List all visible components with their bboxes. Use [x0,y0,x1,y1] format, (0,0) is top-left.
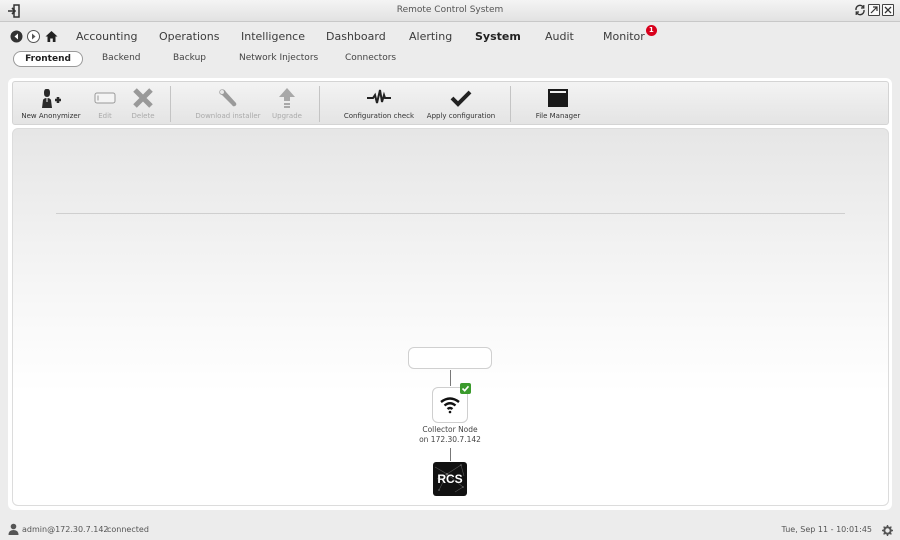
gear-icon[interactable] [882,525,893,536]
checkmark-icon [450,90,472,107]
menu-accounting[interactable]: Accounting [76,30,137,43]
edit-button[interactable]: Edit [93,86,117,122]
wrench-icon [219,89,237,107]
apply-configuration-label: Apply configuration [426,112,496,120]
toolbar-divider [510,86,511,122]
menu-audit[interactable]: Audit [545,30,574,43]
collector-node-label: Collector Node on 172.30.7.142 [400,425,500,445]
tab-network-injectors[interactable]: Network Injectors [239,53,318,63]
delete-label: Delete [131,112,155,120]
status-bar: admin@172.30.7.142 connected Tue, Sep 11… [0,521,900,540]
upgrade-label: Upgrade [272,112,302,120]
tab-connectors[interactable]: Connectors [345,53,396,63]
close-icon[interactable] [882,4,894,16]
new-anonymizer-button[interactable]: New Anonymizer [21,86,81,122]
connector-line [450,370,451,386]
datetime: Tue, Sep 11 - 10:01:45 [781,525,872,534]
notification-badge: 1 [645,25,657,36]
status-ok-icon [460,383,471,394]
menu-intelligence[interactable]: Intelligence [241,30,305,43]
new-anonymizer-label: New Anonymizer [21,112,81,120]
maximize-icon[interactable] [868,4,880,16]
current-user: admin@172.30.7.142 [22,525,109,534]
anonymizer-slot[interactable] [408,347,492,369]
wifi-icon [440,397,460,414]
window-title: Remote Control System [396,5,504,15]
forward-icon[interactable] [27,30,40,43]
file-manager-label: File Manager [535,112,581,120]
configuration-check-button[interactable]: Configuration check [343,86,415,122]
file-manager-icon [548,89,568,107]
menu-alerting[interactable]: Alerting [409,30,452,43]
connector-line [450,448,451,461]
file-manager-button[interactable]: File Manager [532,86,584,122]
menu-monitor-label: Monitor [603,30,645,43]
menu-system[interactable]: System [475,30,521,43]
download-installer-button[interactable]: Download installer [195,86,261,122]
sub-nav: Frontend Backend Backup Network Injector… [0,51,900,69]
download-installer-label: Download installer [195,112,261,120]
pulse-icon [367,89,391,104]
new-anonymizer-icon [42,89,61,108]
tab-frontend[interactable]: Frontend [13,51,83,67]
delete-button[interactable]: Delete [129,86,157,122]
toolbar-divider [319,86,320,122]
rcs-label: RCS [437,472,463,486]
apply-configuration-button[interactable]: Apply configuration [426,86,496,122]
edit-icon [94,92,116,104]
menu-monitor[interactable]: Monitor 1 [603,25,657,43]
menu-operations[interactable]: Operations [159,30,219,43]
upgrade-button[interactable]: Upgrade [270,86,304,122]
user-icon [8,523,19,535]
main-nav: Accounting Operations Intelligence Dashb… [0,25,900,48]
collector-node-name: Collector Node [422,425,478,434]
configuration-check-label: Configuration check [343,112,415,120]
connection-status: connected [107,525,149,534]
title-bar: Remote Control System [0,0,900,22]
delete-icon [133,88,153,108]
divider-line [56,213,845,214]
menu-dashboard[interactable]: Dashboard [326,30,386,43]
home-icon[interactable] [45,30,58,43]
back-icon[interactable] [10,30,23,43]
edit-label: Edit [98,112,112,120]
refresh-icon[interactable] [854,4,866,16]
collector-node-address: on 172.30.7.142 [419,435,481,444]
toolbar: New Anonymizer Edit Delete Download inst… [12,81,889,125]
tab-backup[interactable]: Backup [173,53,206,63]
tab-backend[interactable]: Backend [102,53,140,63]
upgrade-icon [279,88,295,108]
rcs-server-node[interactable]: RCS [433,462,467,496]
toolbar-divider [170,86,171,122]
